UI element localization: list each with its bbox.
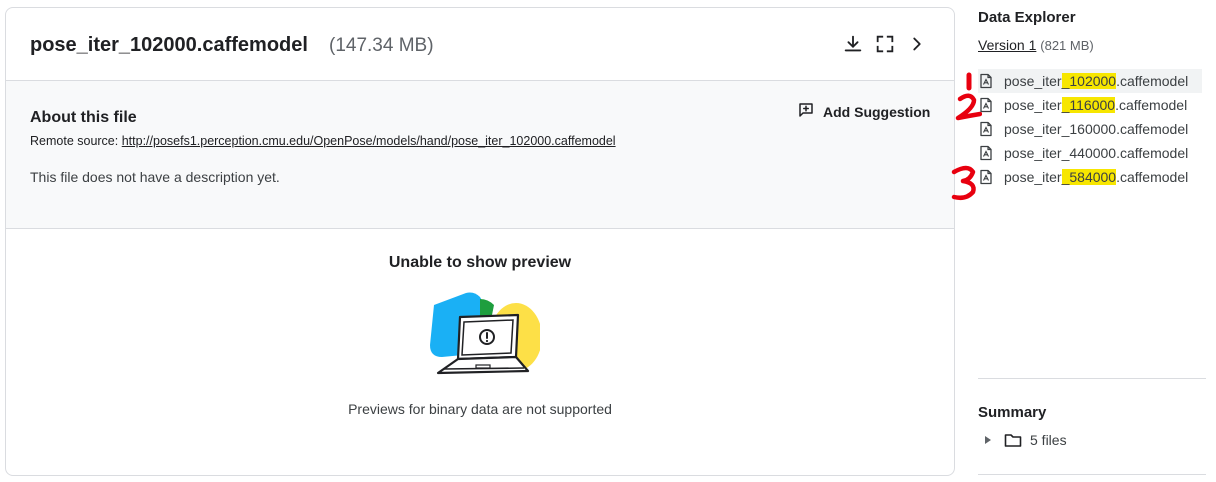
highlighted-text: _584000 (1061, 169, 1117, 185)
file-icon (978, 97, 994, 113)
highlighted-text: _102000 (1061, 73, 1117, 89)
divider (978, 378, 1206, 379)
preview-title: Unable to show preview (388, 254, 572, 271)
red-annotation-marks (951, 72, 982, 201)
folder-icon (1004, 434, 1022, 447)
file-list-item[interactable]: pose_iter_116000.caffemodel (978, 93, 1202, 117)
file-list-item[interactable]: pose_iter_160000.caffemodel (978, 117, 1202, 141)
file-list-item-label: pose_iter_102000.caffemodel (1004, 73, 1189, 89)
preview-message: Previews for binary data are not support… (348, 401, 612, 417)
file-description: This file does not have a description ye… (30, 169, 280, 185)
add-suggestion-label: Add Suggestion (823, 103, 931, 120)
file-list-item-label: pose_iter_584000.caffemodel (1004, 169, 1189, 185)
file-header: pose_iter_102000.caffemodel (147.34 MB) (6, 8, 954, 81)
about-title: About this file (30, 109, 137, 126)
summary-title: Summary (978, 404, 1047, 421)
summary-files-count: 5 files (1030, 432, 1067, 448)
file-title: pose_iter_102000.caffemodel (30, 34, 308, 56)
version-size: (821 MB) (1040, 38, 1094, 53)
summary-files-row[interactable]: 5 files (984, 432, 1067, 448)
version-info: Version 1 (821 MB) (978, 37, 1094, 53)
file-list-item-label: pose_iter_116000.caffemodel (1004, 97, 1188, 113)
about-section: About this file Add Suggestion Remote so… (6, 81, 954, 229)
file-icon (978, 73, 994, 89)
preview-section: Unable to show preview Previews for bina… (6, 229, 954, 475)
add-comment-icon (797, 101, 815, 122)
fullscreen-icon[interactable] (874, 33, 896, 55)
file-icon (978, 145, 994, 161)
file-list-item-label: pose_iter_440000.caffemodel (1004, 145, 1189, 161)
data-explorer-title: Data Explorer (978, 9, 1076, 26)
remote-source-link[interactable]: http://posefs1.perception.cmu.edu/OpenPo… (122, 134, 616, 148)
add-suggestion-button[interactable]: Add Suggestion (797, 101, 930, 122)
data-explorer-panel: Data Explorer Version 1 (821 MB) pose_it… (978, 0, 1206, 482)
version-link[interactable]: Version 1 (978, 37, 1036, 53)
file-list-item[interactable]: pose_iter_584000.caffemodel (978, 165, 1202, 189)
file-icon (978, 169, 994, 185)
file-list-item[interactable]: pose_iter_102000.caffemodel (978, 69, 1202, 93)
file-list-item[interactable]: pose_iter_440000.caffemodel (978, 141, 1202, 165)
laptop-warning-illustration (424, 291, 542, 381)
triangle-right-icon (985, 436, 991, 444)
file-list: pose_iter_102000.caffemodel pose_iter_116… (978, 69, 1202, 189)
file-icon (978, 121, 994, 137)
file-size: (147.34 MB) (329, 35, 434, 56)
file-list-item-label: pose_iter_160000.caffemodel (1004, 121, 1189, 137)
highlighted-text: _116000 (1061, 97, 1116, 113)
download-icon[interactable] (842, 33, 864, 55)
divider (978, 474, 1206, 475)
file-detail-card: pose_iter_102000.caffemodel (147.34 MB) … (5, 7, 955, 476)
chevron-right-icon[interactable] (906, 33, 928, 55)
remote-source: Remote source: http://posefs1.perception… (30, 134, 616, 148)
remote-source-label: Remote source: (30, 134, 119, 148)
